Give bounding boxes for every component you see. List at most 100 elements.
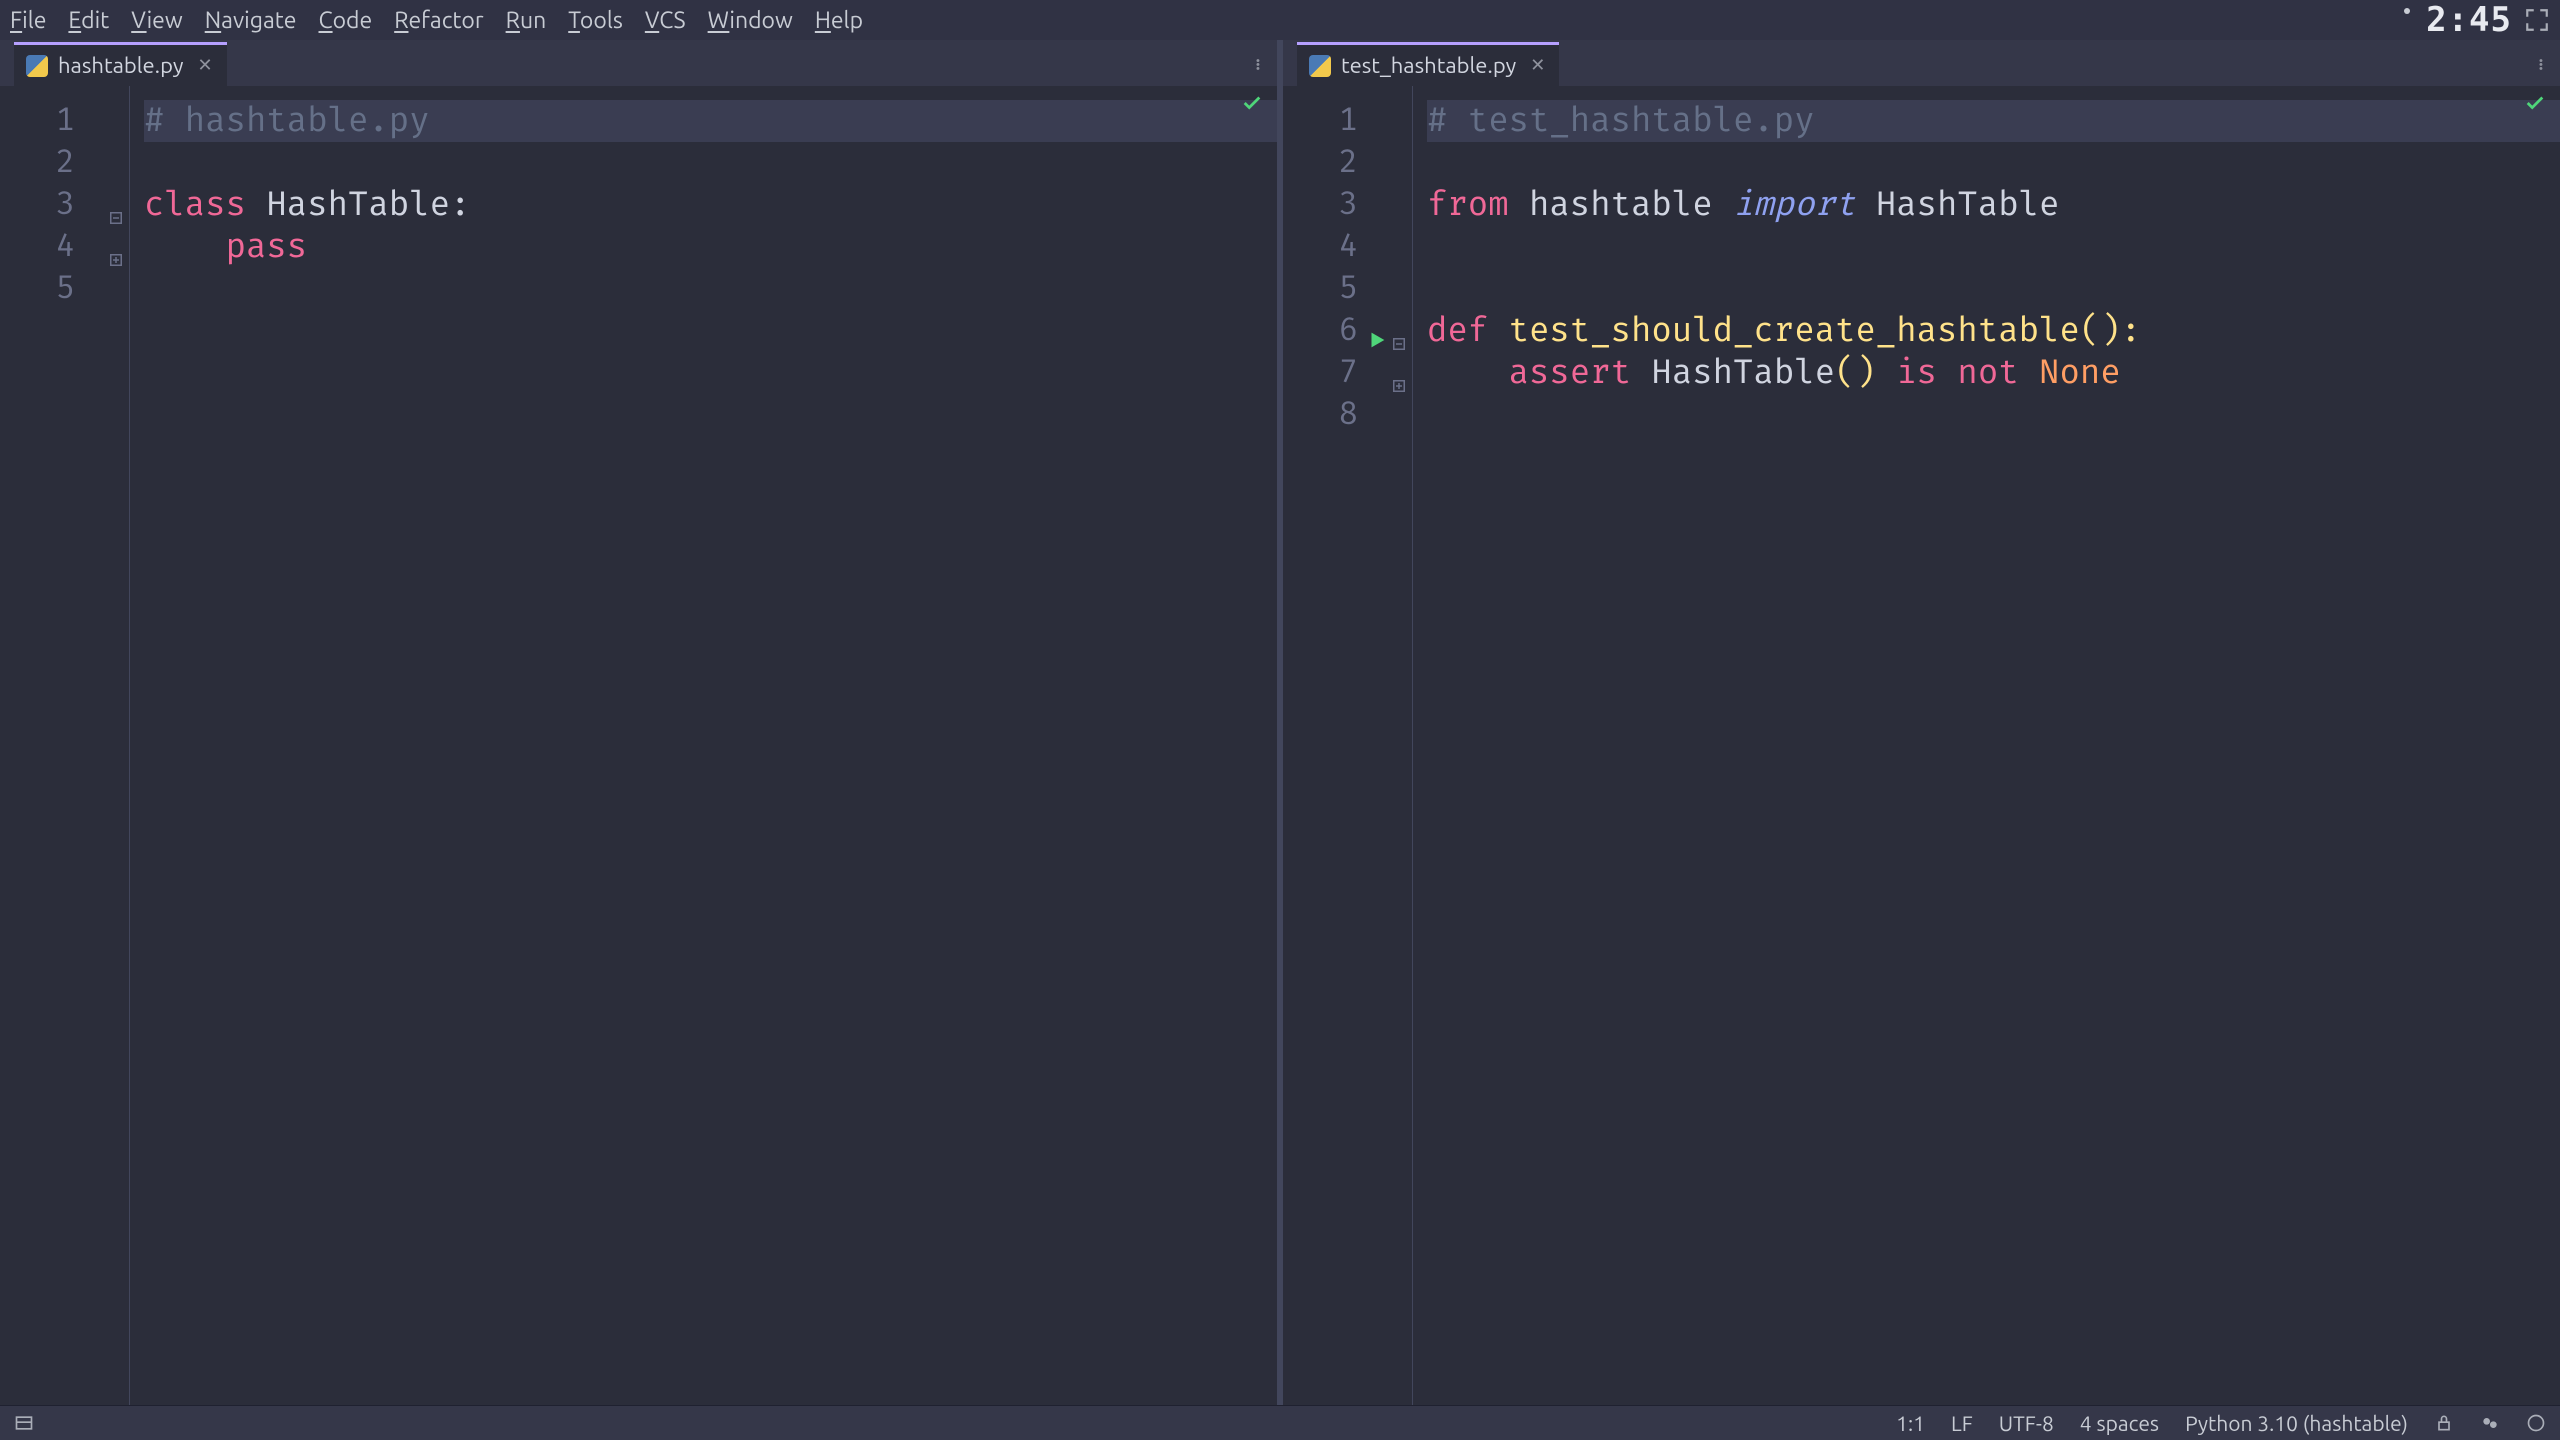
token-kw: is not	[1896, 352, 2039, 394]
token-kw: pass	[144, 226, 307, 268]
line-number: 8	[1339, 395, 1358, 435]
fullscreen-icon[interactable]	[2524, 7, 2550, 33]
token-kw: assert	[1509, 352, 1652, 394]
token-kw: def	[1427, 310, 1509, 352]
editor-workspace: hashtable.py✕···12345# hashtable.pyclass…	[0, 40, 2560, 1406]
token-comment: # test_hashtable.py	[1427, 100, 1815, 142]
lock-icon[interactable]	[2434, 1413, 2454, 1433]
code-line: class HashTable:	[144, 184, 1277, 226]
line-number: 5	[1339, 269, 1358, 309]
token-ident: HashTable	[1876, 184, 2060, 226]
tab-test_hashtable-py[interactable]: test_hashtable.py ✕	[1297, 42, 1559, 86]
menu-vcs[interactable]: VCS	[645, 8, 686, 33]
menu-edit[interactable]: Edit	[68, 8, 109, 33]
tab-hashtable-py[interactable]: hashtable.py ✕	[14, 42, 227, 86]
tab-bar: hashtable.py ✕ ···	[0, 40, 1277, 86]
inspection-ok-icon[interactable]	[1241, 92, 1263, 114]
kebab-icon[interactable]: ···	[2529, 58, 2556, 70]
token-kw: from	[1427, 184, 1529, 226]
line-number: 6	[1339, 311, 1358, 351]
code-line	[1427, 226, 2560, 268]
code-line	[1427, 268, 2560, 310]
menu-bar: File Edit View Navigate Code Refactor Run Tools…	[10, 8, 863, 33]
token-ident: hashtable	[1529, 184, 1733, 226]
code-line: from hashtable import HashTable	[1427, 184, 2560, 226]
python-file-icon	[1309, 55, 1331, 77]
line-number: 4	[1339, 227, 1358, 267]
menu-code[interactable]: Code	[319, 8, 373, 33]
code-line: # test_hashtable.py	[1427, 100, 2560, 142]
status-cursor[interactable]: 1:1	[1896, 1411, 1925, 1435]
editor-pane-1: test_hashtable.py✕···12345678# test_hash…	[1277, 40, 2560, 1405]
token-kw: class	[144, 184, 266, 226]
menu-tools[interactable]: Tools	[568, 8, 623, 33]
panel-right: 2:45	[2404, 0, 2550, 40]
close-icon[interactable]: ✕	[1530, 55, 1545, 76]
status-interpreter[interactable]: Python 3.10 (hashtable)	[2185, 1411, 2408, 1435]
token-ident: HashTable	[266, 184, 450, 226]
gutter[interactable]: 12345678	[1283, 86, 1413, 1405]
gutter[interactable]: 12345	[0, 86, 130, 1405]
code-area[interactable]: # hashtable.py class HashTable: pass	[130, 86, 1277, 1405]
line-number: 2	[56, 143, 75, 183]
fold-icon[interactable]	[107, 238, 125, 256]
line-number: 5	[56, 269, 75, 309]
status-encoding[interactable]: UTF-8	[1999, 1411, 2054, 1435]
clock: 2:45	[2426, 0, 2512, 40]
code-line: pass	[144, 226, 1277, 268]
code-line	[1427, 394, 2560, 436]
status-indent[interactable]: 4 spaces	[2080, 1411, 2159, 1435]
code-line	[1427, 142, 2560, 184]
menu-run[interactable]: Run	[506, 8, 547, 33]
tab-label: test_hashtable.py	[1341, 53, 1516, 78]
menu-help[interactable]: Help	[815, 8, 863, 33]
tab-bar: test_hashtable.py ✕ ···	[1283, 40, 2560, 86]
code-line	[144, 268, 1277, 310]
token-ident: HashTable	[1651, 352, 1835, 394]
tool-window-icon[interactable]	[14, 1413, 34, 1433]
menu-window[interactable]: Window	[708, 8, 793, 33]
code-editor[interactable]: 12345 # hashtable.py class HashTable: pass	[0, 86, 1277, 1405]
token-paren: ()	[1835, 352, 1896, 394]
line-number: 3	[1339, 185, 1358, 225]
menu-refactor[interactable]: Refactor	[394, 8, 483, 33]
line-number: 2	[1339, 143, 1358, 183]
inspection-ok-icon[interactable]	[2524, 92, 2546, 114]
editor-pane-0: hashtable.py ✕ ··· 12345 # hashtable.py class…	[0, 40, 1277, 1405]
token-ident: :	[450, 184, 470, 226]
code-line: # hashtable.py	[144, 100, 1277, 142]
ide-status-icon[interactable]	[2480, 1413, 2500, 1433]
token-paren: ():	[2080, 310, 2141, 352]
code-area[interactable]: # test_hashtable.pyfrom hashtable import…	[1413, 86, 2560, 1405]
menu-view[interactable]: View	[131, 8, 182, 33]
line-number: 7	[1339, 353, 1358, 393]
code-editor[interactable]: 12345678# test_hashtable.pyfrom hashtabl…	[1283, 86, 2560, 1405]
menu-file[interactable]: File	[10, 8, 46, 33]
fold-icon[interactable]	[1390, 322, 1408, 340]
top-panel: File Edit View Navigate Code Refactor Run Tools…	[0, 0, 2560, 40]
line-number: 3	[56, 185, 75, 225]
token-comment: # hashtable.py	[144, 100, 430, 142]
inspection-icon[interactable]	[2526, 1413, 2546, 1433]
token-func: test_should_create_hashtable	[1509, 310, 2080, 352]
kebab-icon[interactable]: ···	[1246, 58, 1273, 70]
token-kw2: import	[1733, 184, 1876, 226]
status-line-sep[interactable]: LF	[1951, 1411, 1973, 1435]
menu-navigate[interactable]: Navigate	[205, 8, 297, 33]
code-line: assert HashTable() is not None	[1427, 352, 2560, 394]
line-number: 4	[56, 227, 75, 267]
line-number: 1	[56, 101, 75, 141]
line-number: 1	[1339, 101, 1358, 141]
run-test-icon[interactable]	[1366, 320, 1388, 342]
status-bar: 1:1 LF UTF-8 4 spaces Python 3.10 (hasht…	[0, 1406, 2560, 1440]
notification-dot-icon	[2404, 8, 2410, 14]
tab-label: hashtable.py	[58, 53, 184, 78]
close-icon[interactable]: ✕	[198, 55, 213, 76]
fold-icon[interactable]	[1390, 364, 1408, 382]
code-line	[144, 142, 1277, 184]
fold-icon[interactable]	[107, 196, 125, 214]
code-line: def test_should_create_hashtable():	[1427, 310, 2560, 352]
python-file-icon	[26, 55, 48, 77]
token-const: None	[2039, 352, 2121, 394]
token-ident	[1427, 352, 1509, 394]
